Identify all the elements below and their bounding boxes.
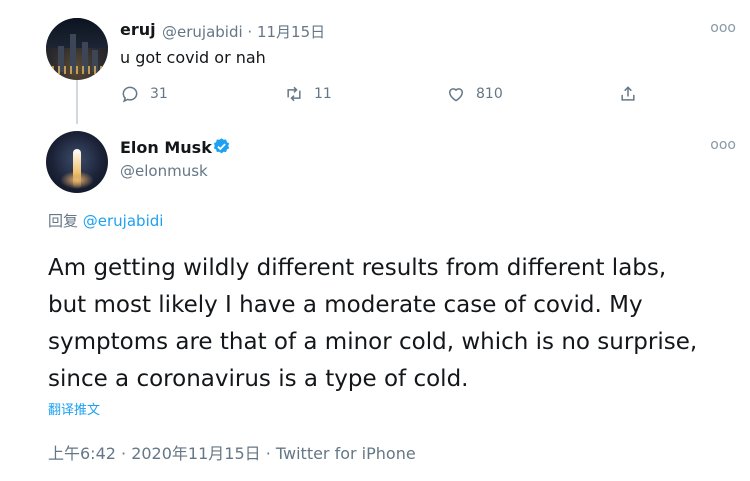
main-author-handle[interactable]: @elonmusk [120, 162, 208, 180]
share-icon [621, 86, 635, 101]
reply-icon [122, 86, 138, 103]
avatar-eruj[interactable] [46, 18, 108, 80]
like-icon [448, 88, 464, 102]
retweet-icon [287, 86, 301, 102]
parent-tweet-text: u got covid or nah [120, 48, 266, 67]
verified-badge-icon [213, 138, 230, 154]
more-icon[interactable]: ooo [710, 137, 736, 153]
like-button[interactable]: 810 [446, 82, 503, 106]
reply-prefix: 回复 [48, 212, 83, 230]
tweet-timestamp-source[interactable]: 上午6:42 · 2020年11月15日 · Twitter for iPhon… [48, 440, 416, 464]
thread-connector-line [76, 80, 78, 124]
more-icon[interactable]: ooo [710, 20, 736, 36]
main-tweet-text: Am getting wildly different results from… [48, 255, 698, 392]
translate-tweet-link[interactable]: 翻译推文 [48, 399, 100, 418]
retweet-button[interactable]: 11 [284, 82, 332, 106]
avatar-lights [52, 66, 102, 74]
main-author-name[interactable]: Elon Musk [120, 138, 212, 157]
reply-count: 31 [150, 86, 168, 102]
avatar-sky [46, 18, 108, 48]
reply-button[interactable]: 31 [120, 82, 168, 106]
share-button[interactable] [618, 82, 648, 106]
replying-to: 回复 @erujabidi [48, 210, 163, 231]
tweet-thread: eruj @erujabidi · 11月15日 ooo u got covid… [0, 0, 750, 481]
parent-author-name[interactable]: eruj [120, 20, 156, 39]
parent-tweet-actions: 31 11 810 [120, 82, 660, 106]
like-count: 810 [476, 86, 503, 102]
parent-author-handle-date[interactable]: @erujabidi · 11月15日 [162, 21, 325, 42]
avatar-rocket-plume [73, 149, 81, 189]
retweet-count: 11 [314, 86, 332, 102]
avatar-elon-musk[interactable] [46, 131, 108, 193]
reply-to-handle-link[interactable]: @erujabidi [83, 212, 164, 230]
